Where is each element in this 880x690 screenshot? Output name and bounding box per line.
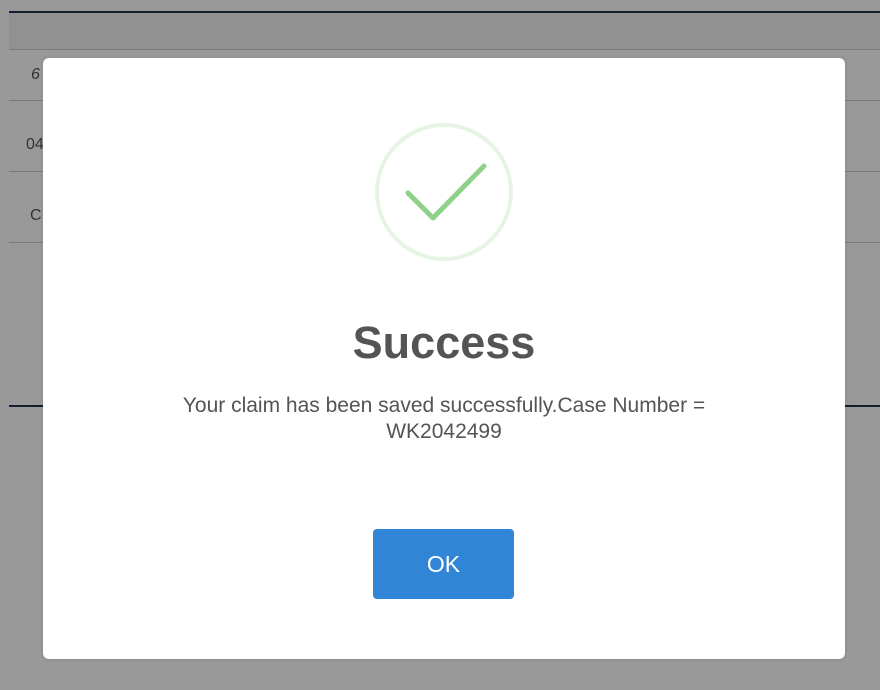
screen: 6 04 C Success Your claim has been saved… — [0, 0, 880, 690]
success-dialog: Success Your claim has been saved succes… — [43, 58, 845, 659]
dialog-message: Your claim has been saved successfully.C… — [103, 393, 785, 445]
case-number: WK2042499 — [386, 420, 502, 443]
dialog-message-line: Your claim has been saved successfully.C… — [182, 394, 706, 417]
checkmark-success-icon — [374, 122, 514, 262]
dialog-title: Success — [352, 317, 536, 368]
ok-button[interactable]: OK — [373, 529, 514, 599]
